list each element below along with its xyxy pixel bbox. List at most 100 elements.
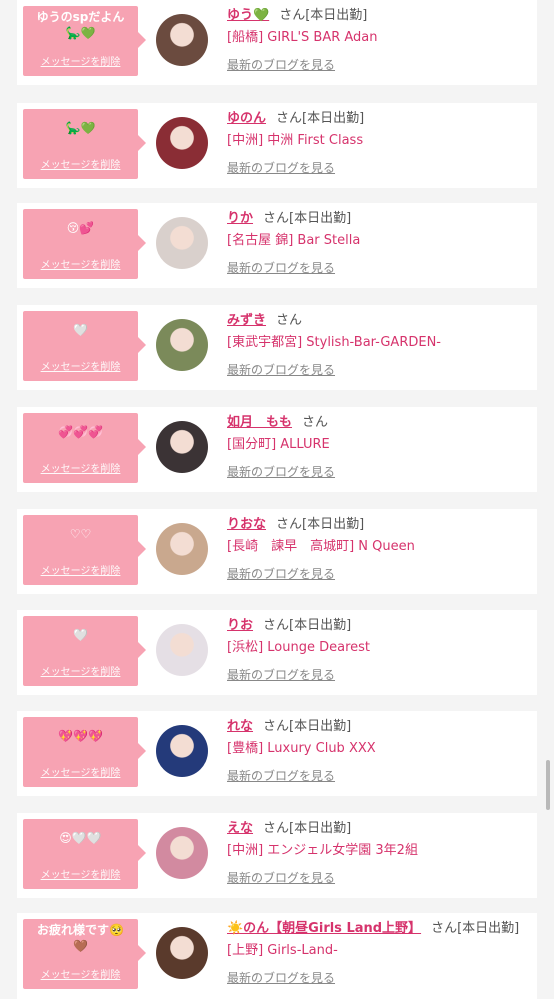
message-bubble: 💖💖💖 メッセージを削除 bbox=[23, 717, 146, 787]
delete-message-link[interactable]: メッセージを削除 bbox=[23, 663, 138, 678]
cast-name-link[interactable]: 如月 もも bbox=[227, 415, 292, 430]
message-text: 🦕💚 bbox=[23, 109, 138, 145]
message-bubble: お疲れ様です🥺 🤎 メッセージを削除 bbox=[23, 919, 146, 989]
avatar[interactable] bbox=[156, 523, 208, 575]
message-emoji: 🤍 bbox=[73, 323, 88, 337]
cast-name-link[interactable]: ゆのん bbox=[227, 111, 266, 126]
avatar[interactable] bbox=[156, 217, 208, 269]
delete-message-link[interactable]: メッセージを削除 bbox=[23, 866, 138, 881]
latest-blog-link[interactable]: 最新のブログを見る bbox=[227, 767, 335, 784]
favorite-card: 🤍 メッセージを削除 みずき さん [東武宇都宮] Stylish-Bar-GARDEN… bbox=[17, 305, 537, 390]
cast-info: りか さん[本日出勤] [名古屋 錦] Bar Stella 最新のブログを見る bbox=[227, 209, 529, 276]
name-line: りか さん[本日出勤] bbox=[227, 209, 529, 229]
work-status: [本日出勤] bbox=[457, 921, 520, 936]
delete-message-link[interactable]: メッセージを削除 bbox=[23, 358, 138, 373]
message-text: ♡♡ bbox=[23, 515, 138, 551]
favorite-card: ♡♡ メッセージを削除 りおな さん[本日出勤] [長崎 諫早 高城町] N Queen… bbox=[17, 509, 537, 594]
scrollbar[interactable] bbox=[546, 760, 550, 810]
work-status: [本日出勤] bbox=[289, 618, 352, 633]
honorific: さん bbox=[276, 313, 303, 328]
cast-name-link[interactable]: えな bbox=[227, 821, 253, 836]
cast-info: えな さん[本日出勤] [中洲] エンジェル女学園 3年2組 最新のブログを見る bbox=[227, 819, 529, 886]
cast-info: ☀️のん【朝昼Girls Land上野】 さん[本日出勤] [上野] Girls-L… bbox=[227, 919, 529, 986]
avatar[interactable] bbox=[156, 725, 208, 777]
honorific: さん bbox=[302, 415, 329, 430]
message-bubble: 😚💕 メッセージを削除 bbox=[23, 209, 146, 279]
cast-name-link[interactable]: りお bbox=[227, 618, 253, 633]
avatar[interactable] bbox=[156, 927, 208, 979]
latest-blog-link[interactable]: 最新のブログを見る bbox=[227, 565, 335, 582]
delete-message-link[interactable]: メッセージを削除 bbox=[23, 256, 138, 271]
favorite-card: 💖💖💖 メッセージを削除 れな さん[本日出勤] [豊橋] Luxury Club XX… bbox=[17, 711, 537, 796]
cast-name-link[interactable]: れな bbox=[227, 719, 253, 734]
honorific: さん bbox=[276, 111, 303, 126]
name-line: れな さん[本日出勤] bbox=[227, 717, 529, 737]
message-emoji: 🦕💚 bbox=[65, 121, 96, 135]
cast-info: 如月 もも さん [国分町] ALLURE 最新のブログを見る bbox=[227, 413, 529, 480]
message-emoji: ♡♡ bbox=[69, 527, 92, 541]
message-text: お疲れ様です🥺 🤎 bbox=[23, 919, 138, 955]
avatar[interactable] bbox=[156, 827, 208, 879]
message-bubble: 🤍 メッセージを削除 bbox=[23, 311, 146, 381]
delete-message-link[interactable]: メッセージを削除 bbox=[23, 966, 138, 981]
cast-name-link[interactable]: りおな bbox=[227, 517, 266, 532]
message-emoji: 🦕💚 bbox=[65, 26, 96, 40]
message-emoji: 💖💖💖 bbox=[58, 729, 103, 743]
delete-message-link[interactable]: メッセージを削除 bbox=[23, 53, 138, 68]
cast-name-link[interactable]: りか bbox=[227, 211, 253, 226]
delete-message-link[interactable]: メッセージを削除 bbox=[23, 156, 138, 171]
work-status: [本日出勤] bbox=[289, 211, 352, 226]
latest-blog-link[interactable]: 最新のブログを見る bbox=[227, 159, 335, 176]
message-line: ゆうのspだよん bbox=[36, 10, 125, 24]
name-line: ☀️のん【朝昼Girls Land上野】 さん[本日出勤] bbox=[227, 919, 529, 939]
work-status: [本日出勤] bbox=[305, 8, 368, 23]
latest-blog-link[interactable]: 最新のブログを見る bbox=[227, 869, 335, 886]
latest-blog-link[interactable]: 最新のブログを見る bbox=[227, 969, 335, 986]
name-line: ゆう💚 さん[本日出勤] bbox=[227, 6, 529, 26]
message-text: 🤍 bbox=[23, 311, 138, 347]
name-line: みずき さん bbox=[227, 311, 529, 331]
avatar[interactable] bbox=[156, 117, 208, 169]
delete-message-link[interactable]: メッセージを削除 bbox=[23, 764, 138, 779]
latest-blog-link[interactable]: 最新のブログを見る bbox=[227, 666, 335, 683]
cast-info: りおな さん[本日出勤] [長崎 諫早 高城町] N Queen 最新のブログを見る bbox=[227, 515, 529, 582]
avatar[interactable] bbox=[156, 624, 208, 676]
favorite-card: 🦕💚 メッセージを削除 ゆのん さん[本日出勤] [中洲] 中洲 First Class… bbox=[17, 103, 537, 188]
favorite-card: 🤍 メッセージを削除 りお さん[本日出勤] [浜松] Lounge Dearest 最新… bbox=[17, 610, 537, 695]
shop-name: [浜松] Lounge Dearest bbox=[227, 640, 371, 655]
message-bubble: ♡♡ メッセージを削除 bbox=[23, 515, 146, 585]
honorific: さん bbox=[263, 618, 290, 633]
message-bubble: 🦕💚 メッセージを削除 bbox=[23, 109, 146, 179]
avatar[interactable] bbox=[156, 421, 208, 473]
message-emoji: 💞💞💞 bbox=[58, 425, 103, 439]
shop-name: [船橋] GIRL'S BAR Adan bbox=[227, 30, 378, 45]
avatar[interactable] bbox=[156, 14, 208, 66]
message-emoji: 😚💕 bbox=[66, 221, 95, 235]
latest-blog-link[interactable]: 最新のブログを見る bbox=[227, 56, 335, 73]
message-bubble: 💞💞💞 メッセージを削除 bbox=[23, 413, 146, 483]
name-line: ゆのん さん[本日出勤] bbox=[227, 109, 529, 129]
message-emoji: 😍🤍🤍 bbox=[59, 831, 102, 845]
favorite-card: 💞💞💞 メッセージを削除 如月 もも さん [国分町] ALLURE 最新のブログを見る bbox=[17, 407, 537, 492]
delete-message-link[interactable]: メッセージを削除 bbox=[23, 562, 138, 577]
cast-name-link[interactable]: ☀️のん【朝昼Girls Land上野】 bbox=[227, 921, 421, 936]
cast-info: みずき さん [東武宇都宮] Stylish-Bar-GARDEN- 最新のブログを見… bbox=[227, 311, 529, 378]
shop-name: [中洲] 中洲 First Class bbox=[227, 133, 364, 148]
avatar[interactable] bbox=[156, 319, 208, 371]
work-status: [本日出勤] bbox=[302, 517, 365, 532]
honorific: さん bbox=[263, 719, 290, 734]
latest-blog-link[interactable]: 最新のブログを見る bbox=[227, 259, 335, 276]
cast-name-link[interactable]: みずき bbox=[227, 313, 266, 328]
cast-info: れな さん[本日出勤] [豊橋] Luxury Club XXX 最新のブログを見る bbox=[227, 717, 529, 784]
shop-name: [国分町] ALLURE bbox=[227, 437, 330, 452]
message-text: 😚💕 bbox=[23, 209, 138, 245]
delete-message-link[interactable]: メッセージを削除 bbox=[23, 460, 138, 475]
honorific: さん bbox=[276, 517, 303, 532]
message-bubble: 😍🤍🤍 メッセージを削除 bbox=[23, 819, 146, 889]
work-status: [本日出勤] bbox=[289, 719, 352, 734]
latest-blog-link[interactable]: 最新のブログを見る bbox=[227, 463, 335, 480]
cast-name-link[interactable]: ゆう💚 bbox=[227, 8, 269, 23]
cast-info: ゆう💚 さん[本日出勤] [船橋] GIRL'S BAR Adan 最新のブログを見る bbox=[227, 6, 529, 73]
honorific: さん bbox=[263, 821, 290, 836]
latest-blog-link[interactable]: 最新のブログを見る bbox=[227, 361, 335, 378]
